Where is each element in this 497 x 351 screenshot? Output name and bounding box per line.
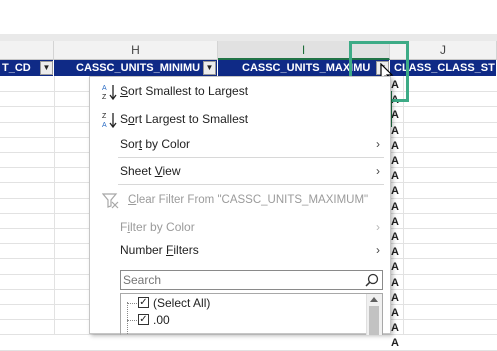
cell-j-value[interactable]: A <box>391 277 403 290</box>
number-filters-label: Number Filters <box>120 243 199 257</box>
gridline-row <box>0 349 497 351</box>
gridline-col <box>403 76 404 334</box>
chevron-down-icon: ▼ <box>205 63 214 72</box>
tree-connector <box>127 303 137 304</box>
cell-j-value[interactable]: A <box>391 307 403 320</box>
cell-j-value[interactable]: A <box>391 231 403 244</box>
menu-item-number-filters[interactable]: Number Filters › <box>90 239 390 261</box>
cell-j-value[interactable]: A <box>391 155 403 168</box>
header-cell-h-text: CASSC_UNITS_MINIMU <box>76 62 201 74</box>
menu-separator <box>118 157 384 158</box>
sort-descending-label: Sort Largest to Smallest <box>120 112 249 126</box>
filter-dropdown-button-g[interactable]: ▼ <box>40 61 53 75</box>
cell-j-value[interactable]: A <box>391 246 403 259</box>
list-item-select-all[interactable]: ✓ (Select All) <box>127 295 357 312</box>
cell-j-value[interactable]: A <box>391 170 403 183</box>
checkbox-select-all[interactable]: ✓ <box>138 297 149 308</box>
menu-item-sort-descending[interactable]: Z A Sort Largest to Smallest <box>90 108 390 130</box>
sort-ascending-icon: A Z <box>102 85 117 101</box>
scroll-thumb[interactable] <box>369 306 379 335</box>
clear-filter-label: Clear Filter From "CASSC_UNITS_MAXIMUM" <box>128 194 369 206</box>
cell-j-value[interactable]: A <box>391 216 403 229</box>
header-cell-h[interactable]: CASSC_UNITS_MINIMU <box>54 60 218 76</box>
chevron-right-icon: › <box>376 164 380 178</box>
menu-item-clear-filter[interactable]: Clear Filter From "CASSC_UNITS_MAXIMUM" <box>90 189 390 211</box>
svg-text:A: A <box>102 122 107 129</box>
menu-item-sort-by-color[interactable]: Sort by Color › <box>90 133 390 155</box>
cell-j-value[interactable]: A <box>391 201 403 214</box>
list-item-label: .00 <box>153 313 170 327</box>
filter-search-box[interactable] <box>120 270 383 290</box>
top-divider <box>0 34 497 41</box>
column-header-g[interactable] <box>0 41 54 60</box>
menu-item-filter-by-color[interactable]: Filter by Color › <box>90 216 390 238</box>
filter-value-list: ✓ (Select All) ✓ .00 <box>120 293 383 335</box>
svg-text:Z: Z <box>102 113 107 120</box>
svg-text:Z: Z <box>102 94 107 101</box>
list-item-label: (Select All) <box>153 296 211 310</box>
header-cell-g-text: T_CD <box>2 62 31 74</box>
menu-separator <box>118 184 384 185</box>
cell-j-value[interactable]: A <box>391 185 403 198</box>
filter-menu: A Z Sort Smallest to Largest Z A Sort La… <box>89 76 391 335</box>
header-cell-j-text: CLASS_CLASS_ST <box>394 62 495 74</box>
checkbox-00[interactable]: ✓ <box>138 314 149 325</box>
search-icon <box>365 273 379 287</box>
filter-dropdown-button-h[interactable]: ▼ <box>203 61 216 75</box>
cell-j-value[interactable]: A <box>391 261 403 274</box>
scroll-up-icon[interactable] <box>370 297 378 302</box>
svg-text:A: A <box>102 85 107 92</box>
chevron-right-icon: › <box>376 137 380 151</box>
gridline-col <box>54 76 55 334</box>
sheet-view-label: Sheet View <box>120 164 181 178</box>
column-header-h[interactable]: H <box>54 41 218 60</box>
cell-j-value[interactable]: A <box>391 109 403 122</box>
chevron-right-icon: › <box>376 220 380 234</box>
filter-by-color-label: Filter by Color <box>120 220 195 234</box>
filter-search-input[interactable] <box>123 272 358 287</box>
clear-filter-icon <box>102 193 119 209</box>
cell-j-value[interactable]: A <box>391 125 403 138</box>
menu-item-sheet-view[interactable]: Sheet View › <box>90 160 390 182</box>
cell-j-value[interactable]: A <box>391 337 403 350</box>
formula-bar-area <box>0 0 497 34</box>
sort-descending-icon: Z A <box>102 113 117 129</box>
list-scrollbar[interactable] <box>366 294 382 335</box>
sort-ascending-label: Sort Smallest to Largest <box>120 84 249 98</box>
tree-connector <box>127 320 137 321</box>
cell-j-value[interactable]: A <box>391 140 403 153</box>
chevron-down-icon: ▼ <box>42 63 51 72</box>
sort-by-color-label: Sort by Color <box>120 137 191 151</box>
menu-item-sort-ascending[interactable]: A Z Sort Smallest to Largest <box>90 80 390 102</box>
chevron-right-icon: › <box>376 243 380 257</box>
cell-j-value[interactable]: A <box>391 292 403 305</box>
list-item-00[interactable]: ✓ .00 <box>127 312 357 329</box>
cell-j-value[interactable]: A <box>391 322 403 335</box>
